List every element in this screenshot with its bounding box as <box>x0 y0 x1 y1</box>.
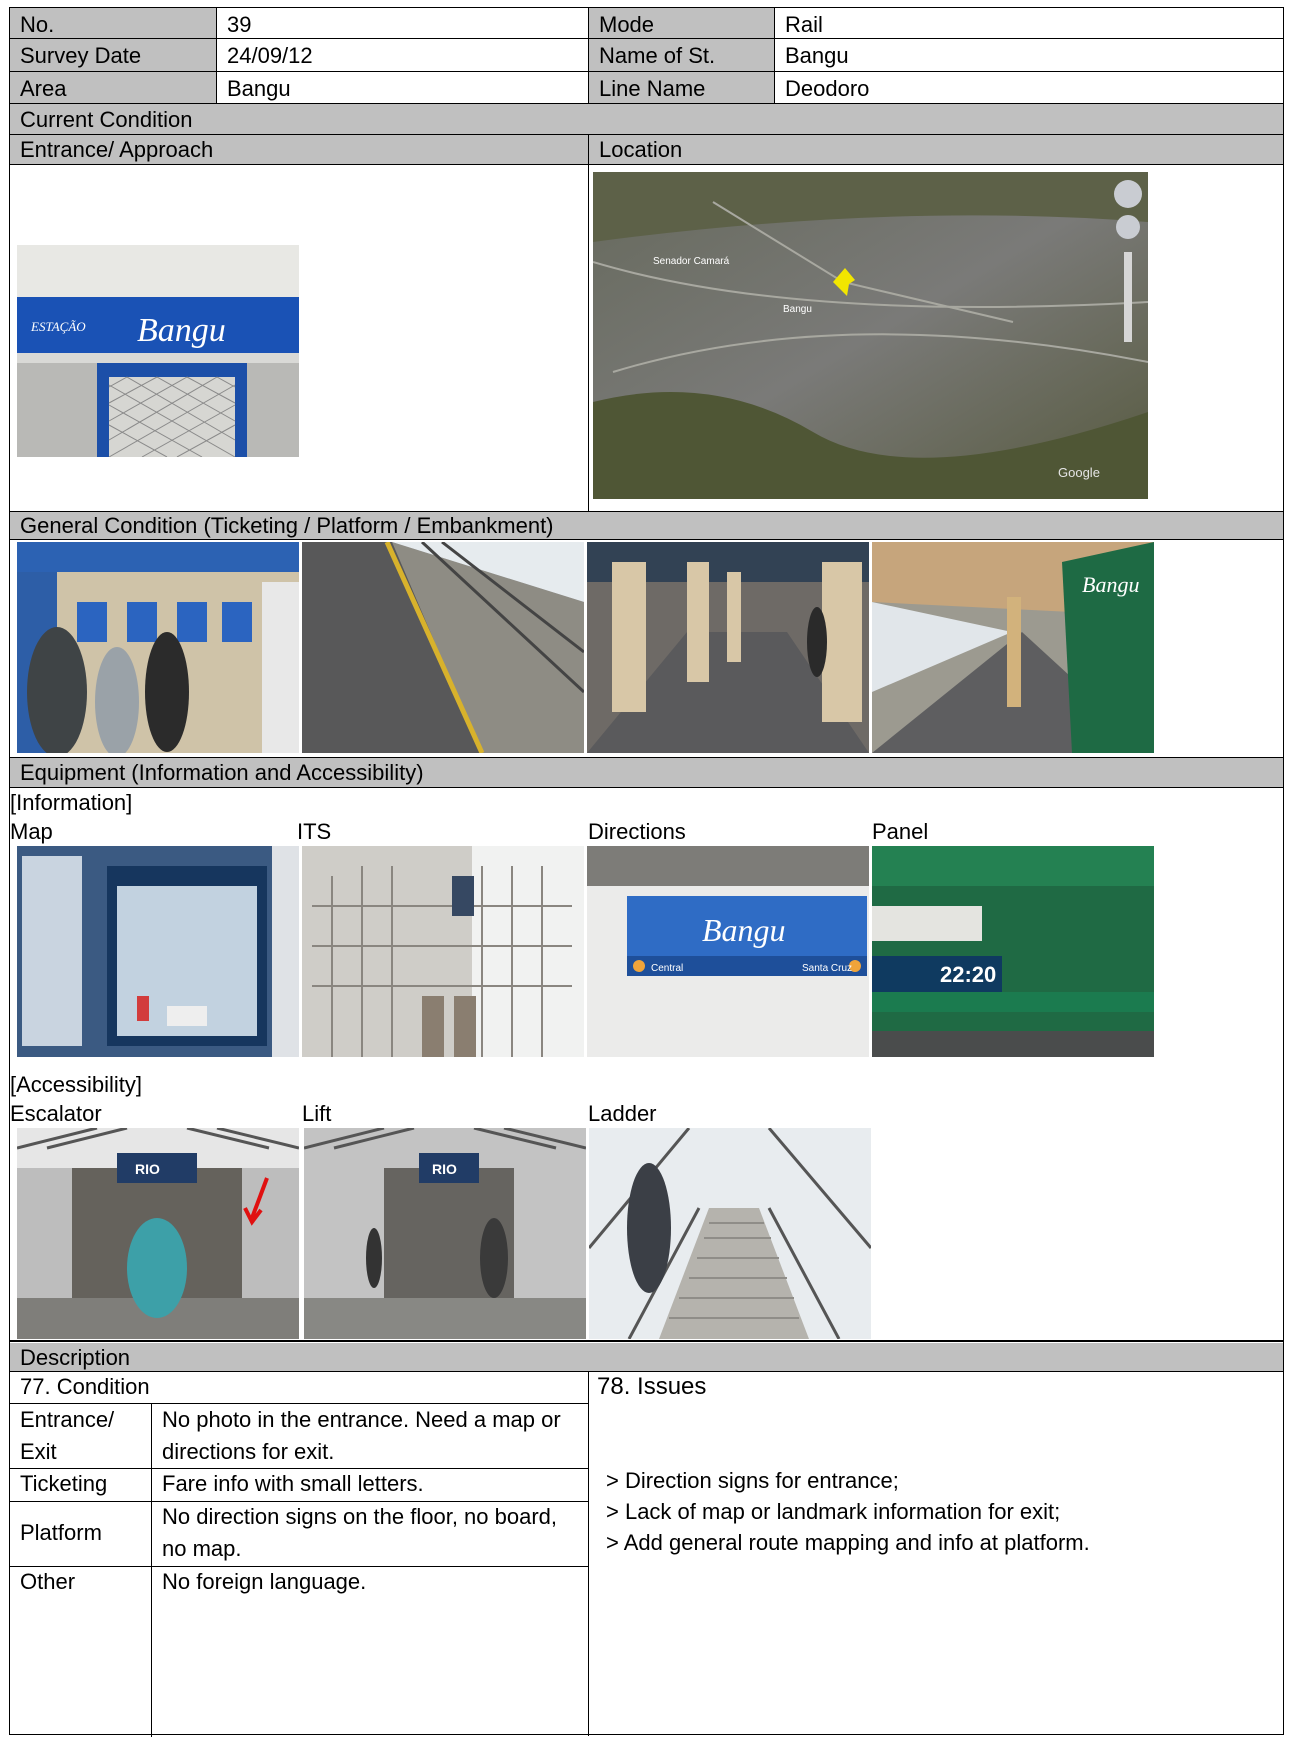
condition-text-entrance: No photo in the entrance. Need a map or … <box>162 1407 561 1464</box>
general-photos: Bangu <box>10 540 1283 758</box>
condition-item-other: Other <box>20 1569 76 1594</box>
value-no: 39 <box>216 8 588 38</box>
platform-photo-2 <box>587 542 869 753</box>
conditions-table: Entrance/ Exit No photo in the entrance.… <box>10 1403 588 1737</box>
header-row-1: No. 39 Mode Rail <box>10 8 1283 39</box>
label-mode: Mode <box>588 8 774 38</box>
label-no: No. <box>20 12 55 37</box>
issue-item: > Add general route mapping and info at … <box>606 1530 1090 1555</box>
lift-photo: RIO <box>304 1128 586 1339</box>
value-mode: Rail <box>774 8 1283 38</box>
ladder-photo <box>589 1128 871 1339</box>
label-lift: Lift <box>302 1101 332 1126</box>
label-escalator: Escalator <box>10 1101 102 1126</box>
directions-right: Santa Cruz <box>802 963 852 974</box>
information-heading: [Information] <box>10 790 133 815</box>
escalator-sign: RIO <box>135 1161 160 1177</box>
section-general: General Condition (Ticketing / Platform … <box>10 512 1283 540</box>
header-row-2: Survey Date 24/09/12 Name of St. Bangu <box>10 39 1283 72</box>
condition-text-other: No foreign language. <box>162 1569 367 1594</box>
label-area: Area <box>20 76 67 101</box>
section-equipment: Equipment (Information and Accessibility… <box>10 758 1283 788</box>
embankment-photo: Bangu <box>872 542 1154 753</box>
issue-item: > Direction signs for entrance; <box>606 1468 899 1493</box>
accessibility-heading: [Accessibility] <box>10 1072 143 1097</box>
condition-row-other: Other No foreign language. <box>10 1566 588 1599</box>
entrance-location-body: ESTAÇÃO Bangu Senador Camará Bangu Googl… <box>10 165 1283 512</box>
value-area: Bangu <box>216 72 588 103</box>
condition-item-ticketing: Ticketing <box>20 1471 108 1496</box>
info-panel-photo: 22:20 <box>872 846 1154 1057</box>
map-place-1: Senador Camará <box>653 256 730 267</box>
section-location: Location <box>588 135 1283 164</box>
section-entrance: Entrance/ Approach <box>20 137 214 162</box>
survey-sheet: No. 39 Mode Rail Survey Date 24/09/12 Na… <box>9 7 1284 1737</box>
description-divider <box>588 1372 589 1736</box>
its-gates-photo <box>302 846 584 1057</box>
entrance-photo: ESTAÇÃO Bangu <box>17 245 299 457</box>
condition-text-platform: No direction signs on the floor, no boar… <box>162 1504 558 1561</box>
label-its: ITS <box>297 819 332 844</box>
location-map: Senador Camará Bangu Google <box>593 172 1148 499</box>
equipment-body: [Information] Map ITS Directions Panel B… <box>10 788 1283 1342</box>
section-current-condition: Current Condition <box>10 104 1283 135</box>
condition-row-entrance: Entrance/ Exit No photo in the entrance.… <box>10 1404 588 1469</box>
condition-text-ticketing: Fare info with small letters. <box>162 1471 424 1496</box>
section-description: Description <box>10 1343 1283 1372</box>
label-directions: Directions <box>588 819 686 844</box>
directions-left: Central <box>651 963 683 974</box>
label-map: Map <box>10 819 53 844</box>
lift-sign: RIO <box>432 1161 457 1177</box>
escalator-photo: RIO <box>17 1128 299 1339</box>
value-survey-date: 24/09/12 <box>216 39 588 71</box>
map-watermark: Google <box>1058 465 1100 480</box>
label-station-name: Name of St. <box>588 39 774 71</box>
label-survey-date: Survey Date <box>20 43 142 68</box>
entrance-sign-name: Bangu <box>137 312 226 349</box>
issue-item: > Lack of map or landmark information fo… <box>606 1499 1061 1524</box>
issues-heading: 78. Issues <box>597 1373 707 1400</box>
ticketing-photo <box>17 542 299 753</box>
description-body: 77. Condition 78. Issues Entrance/ Exit … <box>10 1372 1283 1737</box>
directions-sign-name: Bangu <box>702 912 786 948</box>
directions-sign-photo: Bangu Central Santa Cruz <box>587 846 869 1057</box>
label-panel: Panel <box>872 819 929 844</box>
panel-time: 22:20 <box>940 962 996 987</box>
map-place-2: Bangu <box>783 304 812 315</box>
condition-item-entrance: Entrance/ Exit <box>20 1407 115 1464</box>
value-line-name: Deodoro <box>774 72 1283 103</box>
label-line-name: Line Name <box>588 72 774 103</box>
entrance-location-header: Entrance/ Approach Location <box>10 135 1283 165</box>
platform-photo-1 <box>302 542 584 753</box>
condition-heading: 77. Condition <box>20 1374 150 1399</box>
column-divider <box>588 165 589 511</box>
condition-item-platform: Platform <box>20 1520 102 1545</box>
map-board-photo <box>17 846 299 1057</box>
label-ladder: Ladder <box>588 1101 657 1126</box>
value-station-name: Bangu <box>774 39 1283 71</box>
condition-row-ticketing: Ticketing Fare info with small letters. <box>10 1468 588 1502</box>
entrance-sign-small: ESTAÇÃO <box>30 319 86 334</box>
header-row-3: Area Bangu Line Name Deodoro <box>10 72 1283 104</box>
condition-row-platform: Platform No direction signs on the floor… <box>10 1501 588 1567</box>
embankment-sign: Bangu <box>1082 572 1139 597</box>
